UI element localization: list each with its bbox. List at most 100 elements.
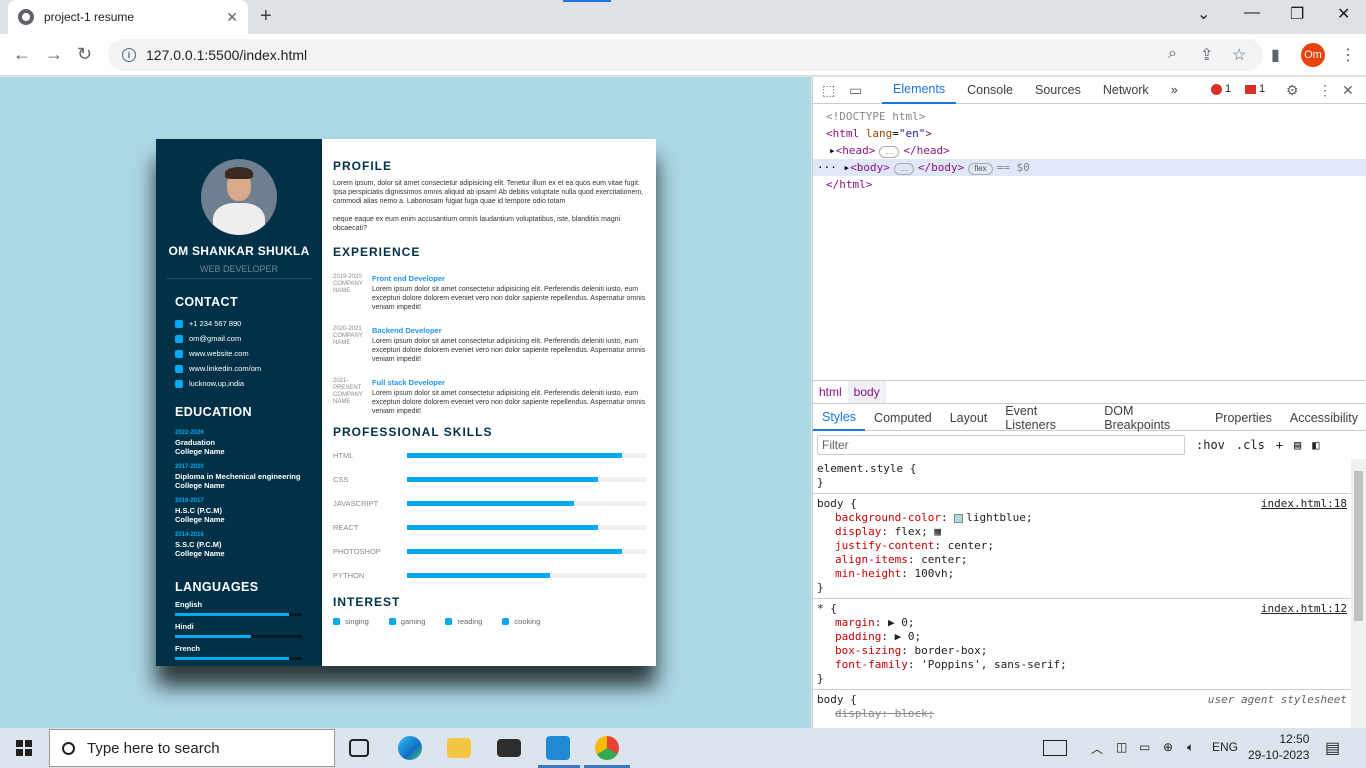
menu-dots-icon[interactable]: ⋮ [1340, 45, 1356, 65]
contact-item: +1 234 567 890 [175, 319, 312, 328]
style-rule-element: element.style { } [813, 459, 1351, 494]
tab-sources[interactable]: Sources [1024, 77, 1092, 104]
new-tab-button[interactable]: + [260, 5, 272, 28]
skill-item: REACT [333, 515, 646, 539]
error-badge[interactable]: 1 [1211, 83, 1231, 95]
language-item: English [175, 600, 312, 616]
interest-item: cooking [502, 617, 540, 626]
notification-icon[interactable]: ▤ [1325, 738, 1340, 758]
flexbox-editor-icon[interactable]: ▦ [934, 525, 941, 538]
devtools-menu-icon[interactable]: ⋮ [1318, 82, 1332, 99]
experience-item: 2021-PRESENT COMPANY NAME Full stack Deve… [333, 378, 646, 415]
subtab-dom-breakpoints[interactable]: DOM Breakpoints [1095, 404, 1206, 432]
skill-item: PHOTOSHOP [333, 539, 646, 563]
subtab-event-listeners[interactable]: Event Listeners [996, 404, 1095, 432]
education-heading: EDUCATION [175, 405, 252, 419]
file-explorer-icon[interactable] [447, 738, 471, 758]
dom-node-head[interactable]: ▸<head>… </head> [813, 142, 1366, 159]
tab-search-chevron-icon[interactable]: ⌄ [1197, 4, 1210, 24]
settings-gear-icon[interactable]: ⚙ [1286, 82, 1299, 99]
mic-icon [333, 618, 340, 625]
issue-badge[interactable]: 1 [1245, 83, 1265, 95]
subtab-accessibility[interactable]: Accessibility [1281, 405, 1366, 431]
new-rule-icon[interactable]: + [1276, 438, 1283, 452]
device-toolbar-icon[interactable]: ▭ [849, 82, 862, 99]
crumb-html[interactable]: html [813, 381, 848, 403]
close-window-button[interactable]: ✕ [1337, 4, 1350, 24]
close-tab-icon[interactable]: ✕ [226, 9, 238, 26]
volume-icon[interactable]: 🔈︎ [1187, 740, 1194, 755]
input-language[interactable]: ENG [1212, 740, 1238, 754]
location-icon [175, 379, 183, 388]
contact-item: www.linkedin.com/om [175, 364, 312, 373]
mic-tray-icon[interactable]: ◫ [1116, 740, 1127, 754]
address-bar[interactable]: i 127.0.0.1:5500/index.html [108, 39, 1263, 71]
more-tabs-icon[interactable]: » [1160, 77, 1189, 104]
dom-node-doctype[interactable]: <!DOCTYPE html> [813, 108, 1366, 125]
hov-toggle[interactable]: :hov [1196, 438, 1225, 452]
side-panel-icon[interactable]: ▮ [1271, 45, 1280, 65]
subtab-layout[interactable]: Layout [941, 405, 997, 431]
source-link[interactable]: index.html:12 [1261, 602, 1347, 615]
crumb-body[interactable]: body [847, 381, 886, 403]
resume-main: PROFILE Lorem ipsum, dolor sit amet cons… [322, 139, 656, 666]
battery-icon[interactable]: ▭ [1139, 740, 1150, 754]
phone-icon [175, 319, 183, 328]
styles-scrollbar[interactable] [1351, 459, 1366, 728]
share-icon[interactable]: ⇪ [1200, 45, 1213, 65]
tab-network[interactable]: Network [1092, 77, 1160, 104]
cls-toggle[interactable]: .cls [1236, 438, 1265, 452]
style-rule-user-agent: body { user agent stylesheet display: bl… [817, 693, 1347, 720]
taskbar-search-input[interactable]: Type here to search [49, 729, 335, 767]
reload-icon[interactable]: ↻ [77, 44, 92, 65]
subtab-computed[interactable]: Computed [865, 405, 941, 431]
interest-item: reading [445, 617, 482, 626]
contact-list: +1 234 567 890 om@gmail.com www.website.… [166, 319, 312, 388]
minimize-button[interactable]: — [1244, 4, 1260, 22]
subtab-styles[interactable]: Styles [813, 405, 866, 431]
windows-start-icon[interactable] [16, 740, 32, 756]
skill-item: PYTHON [333, 563, 646, 587]
tab-console[interactable]: Console [956, 77, 1024, 104]
style-rule-body: body { index.html:18 background-color: l… [813, 494, 1351, 599]
vscode-icon[interactable] [546, 736, 570, 760]
keyboard-icon[interactable] [1043, 740, 1067, 756]
close-devtools-icon[interactable]: ✕ [1342, 82, 1354, 99]
browser-tab[interactable]: project-1 resume ✕ [8, 0, 248, 34]
subtab-properties[interactable]: Properties [1206, 405, 1281, 431]
site-info-icon[interactable]: i [122, 48, 136, 62]
dom-node-body[interactable]: ··· ▸<body>… </body> flex == $0 [813, 159, 1366, 176]
profile-avatar[interactable]: Om [1301, 43, 1325, 67]
contact-item: om@gmail.com [175, 334, 312, 343]
resume-card: OM SHANKAR SHUKLA WEB DEVELOPER CONTACT … [156, 139, 656, 666]
experience-item: 2020-2021 COMPANY NAME Backend Developer L… [333, 326, 646, 363]
issue-icon [1245, 84, 1256, 94]
edge-icon[interactable] [398, 736, 422, 760]
dom-node-html-close[interactable]: </html> [813, 176, 1366, 193]
paint-icon[interactable]: ▤ [1294, 438, 1301, 452]
task-view-icon[interactable] [349, 739, 369, 757]
bookmark-star-icon[interactable]: ☆ [1232, 45, 1246, 65]
dom-node-html[interactable]: <html lang="en"> [813, 125, 1366, 142]
experience-heading: EXPERIENCE [333, 245, 421, 259]
network-globe-icon[interactable]: ⊕ [1163, 740, 1173, 754]
profile-text-2: neque eaque ex eum enim accusantium omni… [333, 216, 621, 232]
zoom-search-icon[interactable]: ⌕ [1168, 45, 1177, 63]
chevron-up-icon[interactable]: ︿ [1091, 740, 1103, 757]
color-swatch[interactable] [954, 513, 964, 523]
dom-tree: <!DOCTYPE html> <html lang="en"> ▸<head>… [813, 104, 1366, 193]
sidebar-toggle-icon[interactable]: ◧ [1312, 438, 1319, 452]
forward-arrow-icon[interactable]: → [45, 44, 63, 65]
inspect-element-icon[interactable]: ⬚ [822, 82, 835, 99]
source-link[interactable]: index.html:18 [1261, 497, 1347, 510]
mail-icon[interactable] [497, 739, 521, 757]
contact-heading: CONTACT [175, 295, 238, 309]
flex-badge[interactable]: flex [968, 163, 993, 175]
maximize-button[interactable]: ❐ [1290, 4, 1304, 24]
styles-filter-input[interactable]: Filter [817, 435, 1185, 455]
back-arrow-icon[interactable]: ← [13, 44, 31, 65]
taskbar-clock[interactable]: 12:50 29-10-2023 [1248, 731, 1309, 763]
chrome-icon[interactable] [595, 736, 619, 760]
profile-photo [201, 159, 277, 235]
tab-elements[interactable]: Elements [882, 77, 957, 104]
